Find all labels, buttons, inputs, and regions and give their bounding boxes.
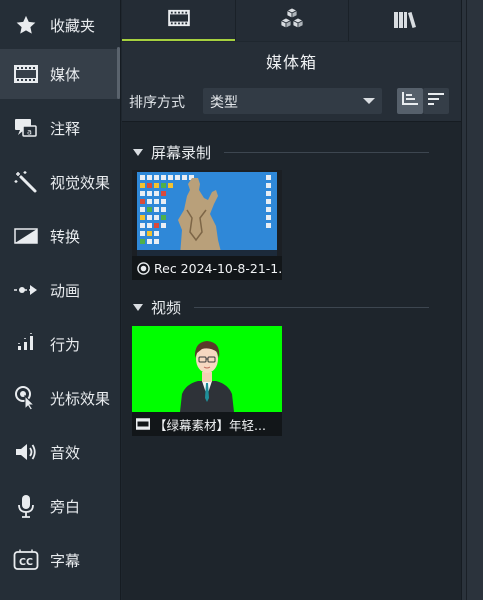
tab-books[interactable] [349, 0, 461, 41]
clip-caption: Rec 2024-10-8-21-1... [154, 260, 282, 276]
sidebar-item-label: 旁白 [50, 497, 81, 516]
media-bin-tab-icon [167, 9, 190, 31]
collapse-triangle-icon [133, 303, 143, 311]
media-clip-screen-recording[interactable]: Rec 2024-10-8-21-1... [132, 170, 282, 280]
tab-library[interactable] [236, 0, 348, 41]
section-title: 视频 [151, 298, 182, 317]
section-divider [224, 152, 429, 153]
sidebar-item-label: 字幕 [50, 551, 81, 570]
sidebar-item-label: 媒体 [50, 65, 81, 84]
sidebar-item-annotations[interactable]: a 注释 [0, 103, 120, 153]
sidebar-item-label: 收藏夹 [50, 16, 96, 35]
film-icon [13, 61, 39, 87]
sidebar-item-label: 注释 [50, 119, 81, 138]
section-divider [194, 307, 429, 308]
clip-caption-bar: Rec 2024-10-8-21-1... [132, 256, 282, 280]
clip-thumbnail [132, 170, 282, 256]
sidebar-item-label: 转换 [50, 227, 81, 246]
sidebar-scrollbar[interactable] [117, 47, 120, 99]
details-view-icon [401, 91, 419, 111]
annotation-icon: a [13, 115, 39, 141]
sort-toolbar: 排序方式 类型 [122, 80, 461, 122]
right-panel-edge [461, 0, 483, 600]
sidebar-item-transitions[interactable]: 转换 [0, 211, 120, 261]
media-clip-video[interactable]: 【绿幕素材】年轻... [132, 326, 282, 436]
sidebar-item-captions[interactable]: CC 字幕 [0, 535, 120, 585]
media-bin-panel: 媒体箱 排序方式 类型 屏幕录制 Rec 2024-10-8-21-1... 视… [122, 42, 461, 600]
cursor-effect-icon [13, 385, 39, 411]
clip-thumbnail [132, 326, 282, 412]
details-view-button[interactable] [397, 88, 423, 114]
svg-text:CC: CC [19, 557, 33, 568]
behavior-icon [13, 331, 39, 357]
sidebar: 收藏夹 媒体 a 注释 视觉效果 转换 动画 行为 光标效果 音效 旁白 CC … [0, 0, 121, 600]
panel-title: 媒体箱 [122, 42, 461, 80]
star-icon [13, 12, 39, 38]
sidebar-item-behaviors[interactable]: 行为 [0, 319, 120, 369]
green-screen-presenter-thumbnail [132, 326, 282, 412]
collapse-triangle-icon [133, 148, 143, 156]
animation-arrow-icon [13, 277, 39, 303]
sort-order-icon [427, 91, 445, 111]
sort-label: 排序方式 [129, 95, 185, 111]
sidebar-item-animations[interactable]: 动画 [0, 265, 120, 315]
sidebar-item-visual-effects[interactable]: 视觉效果 [0, 157, 120, 207]
sidebar-item-label: 视觉效果 [50, 173, 111, 192]
tab-media-bin[interactable] [122, 0, 235, 41]
sidebar-item-label: 动画 [50, 281, 81, 300]
clip-caption-bar: 【绿幕素材】年轻... [132, 412, 282, 436]
sidebar-item-voice-narration[interactable]: 旁白 [0, 481, 120, 531]
sidebar-item-cursor-effects[interactable]: 光标效果 [0, 373, 120, 423]
panel-divider [466, 0, 467, 600]
svg-text:a: a [27, 128, 32, 137]
desktop-screenshot-thumbnail [132, 170, 282, 256]
library-cubes-tab-icon [279, 7, 305, 35]
sidebar-item-label: 光标效果 [50, 389, 111, 408]
sort-order-button[interactable] [423, 88, 449, 114]
chevron-down-icon [363, 98, 375, 104]
tab-bar [122, 0, 461, 41]
captions-icon: CC [13, 547, 39, 573]
clip-caption: 【绿幕素材】年轻... [154, 417, 266, 433]
sidebar-item-label: 行为 [50, 335, 81, 354]
sidebar-item-favorites[interactable]: 收藏夹 [0, 0, 120, 50]
recording-icon [136, 261, 150, 275]
transition-icon [13, 223, 39, 249]
video-clip-icon [136, 417, 150, 431]
books-tab-icon [393, 9, 417, 33]
speaker-icon [13, 439, 39, 465]
sort-select-value: 类型 [210, 95, 238, 111]
section-header-videos[interactable]: 视频 [133, 297, 181, 317]
sidebar-item-audio-effects[interactable]: 音效 [0, 427, 120, 477]
sidebar-item-label: 音效 [50, 443, 81, 462]
microphone-icon [13, 493, 39, 519]
magic-wand-icon [13, 169, 39, 195]
sort-select[interactable]: 类型 [203, 88, 382, 114]
section-title: 屏幕录制 [151, 143, 212, 162]
sidebar-item-media[interactable]: 媒体 [0, 49, 120, 99]
section-header-screen-recordings[interactable]: 屏幕录制 [133, 142, 211, 162]
